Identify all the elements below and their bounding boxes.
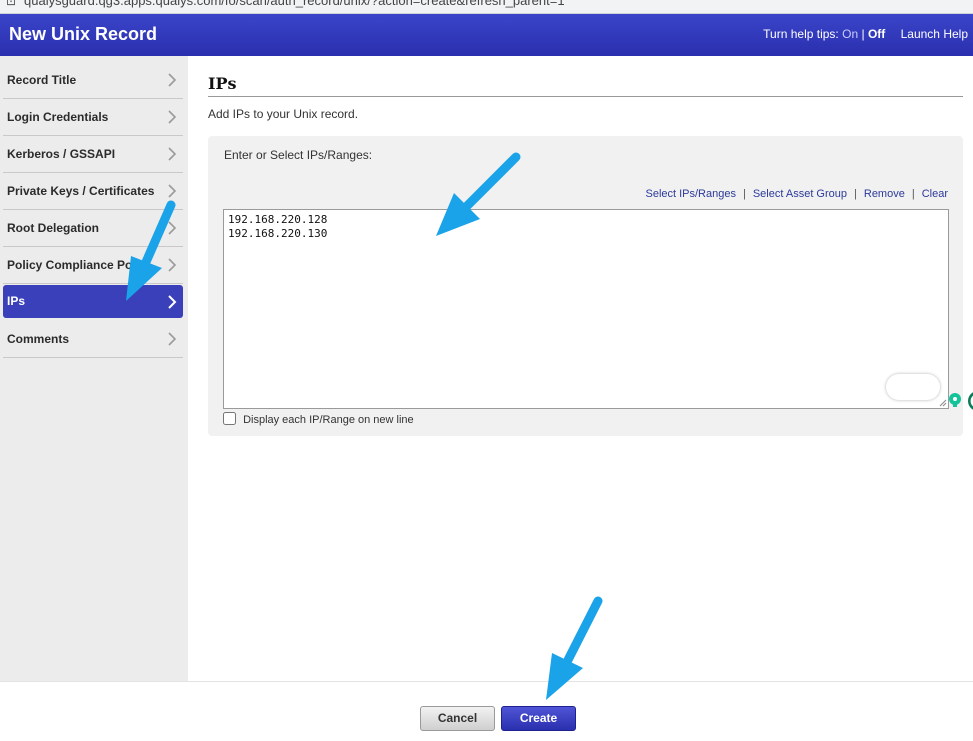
help-tips-on[interactable]: On: [842, 27, 858, 41]
resize-handle-icon[interactable]: [939, 399, 947, 407]
remove-link[interactable]: Remove: [864, 188, 905, 200]
cancel-button[interactable]: Cancel: [420, 706, 495, 731]
chevron-right-icon: [168, 147, 177, 161]
url-text: qualysguard.qg3.apps.qualys.com/fo/scan/…: [24, 0, 565, 8]
form-footer: Cancel Create: [0, 681, 973, 741]
link-separator: |: [854, 188, 857, 200]
sidebar-item-comments[interactable]: Comments: [3, 321, 183, 358]
create-button[interactable]: Create: [501, 706, 576, 731]
sidebar-item-label: Root Delegation: [7, 221, 99, 235]
sidebar-item-record-title[interactable]: Record Title: [3, 62, 183, 99]
sidebar-item-label: Login Credentials: [7, 110, 109, 124]
select-asset-group-link[interactable]: Select Asset Group: [753, 188, 847, 200]
section-title: IPs: [208, 74, 237, 93]
help-tips-separator: |: [861, 27, 865, 41]
sidebar-item-login-credentials[interactable]: Login Credentials: [3, 99, 183, 136]
grammarly-widget[interactable]: [886, 374, 973, 410]
browser-url-bar[interactable]: ⊡ qualysguard.qg3.apps.qualys.com/fo/sca…: [0, 0, 973, 14]
new-line-checkbox-label: Display each IP/Range on new line: [243, 414, 414, 426]
ip-textarea[interactable]: 192.168.220.128 192.168.220.130: [223, 209, 973, 410]
sidebar-item-policy-compliance-ports[interactable]: Policy Compliance Ports: [3, 247, 183, 284]
sidebar-item-label: Kerberos / GSSAPI: [7, 147, 116, 161]
clear-link[interactable]: Clear: [922, 188, 948, 200]
chevron-right-icon: [168, 258, 177, 272]
app-header: New Unix Record Turn help tips: On | Off…: [0, 14, 973, 56]
chevron-right-icon: [168, 73, 177, 87]
link-separator: |: [742, 188, 746, 200]
sidebar-item-ips[interactable]: IPs: [3, 285, 183, 318]
section-description: Add IPs to your Unix record.: [208, 107, 359, 121]
sidebar-item-root-delegation[interactable]: Root Delegation: [3, 210, 183, 247]
page-title: New Unix Record: [9, 24, 158, 44]
chevron-right-icon: [168, 295, 177, 309]
sidebar: Record Title Login Credentials Kerberos …: [0, 56, 188, 681]
ip-entry-panel: Enter or Select IPs/Ranges: Select IPs/R…: [208, 136, 973, 436]
help-tips-off[interactable]: Off: [868, 27, 885, 41]
chevron-right-icon: [168, 110, 177, 124]
help-controls: Turn help tips: On | Off Launch Help: [763, 27, 968, 41]
ip-entry: 192.168.220.130: [228, 227, 328, 240]
sidebar-item-private-keys[interactable]: Private Keys / Certificates: [3, 173, 183, 210]
sidebar-item-label: IPs: [7, 294, 26, 308]
sidebar-item-label: Comments: [7, 332, 70, 346]
new-line-checkbox[interactable]: [223, 412, 236, 425]
ip-action-links: Select IPs/Ranges | Select Asset Group | Rem…: [645, 188, 948, 200]
main-content: IPs Add IPs to your Unix record. Enter o…: [188, 56, 973, 681]
section-divider: [208, 96, 963, 97]
sidebar-item-kerberos[interactable]: Kerberos / GSSAPI: [3, 136, 183, 173]
link-separator: |: [911, 188, 915, 200]
sidebar-item-label: Record Title: [7, 73, 77, 87]
site-info-icon: ⊡: [6, 0, 17, 8]
chevron-right-icon: [168, 184, 177, 198]
sidebar-item-label: Policy Compliance Ports: [7, 258, 148, 272]
sidebar-item-label: Private Keys / Certificates: [7, 184, 155, 198]
launch-help-link[interactable]: Launch Help: [901, 27, 968, 41]
new-line-option[interactable]: Display each IP/Range on new line: [223, 412, 414, 426]
ip-entry: 192.168.220.128: [228, 213, 328, 226]
chevron-right-icon: [168, 332, 177, 346]
ip-entry-label: Enter or Select IPs/Ranges:: [224, 148, 373, 162]
chevron-right-icon: [168, 221, 177, 235]
help-tips-label: Turn help tips:: [763, 27, 839, 41]
select-ips-link[interactable]: Select IPs/Ranges: [645, 188, 736, 200]
